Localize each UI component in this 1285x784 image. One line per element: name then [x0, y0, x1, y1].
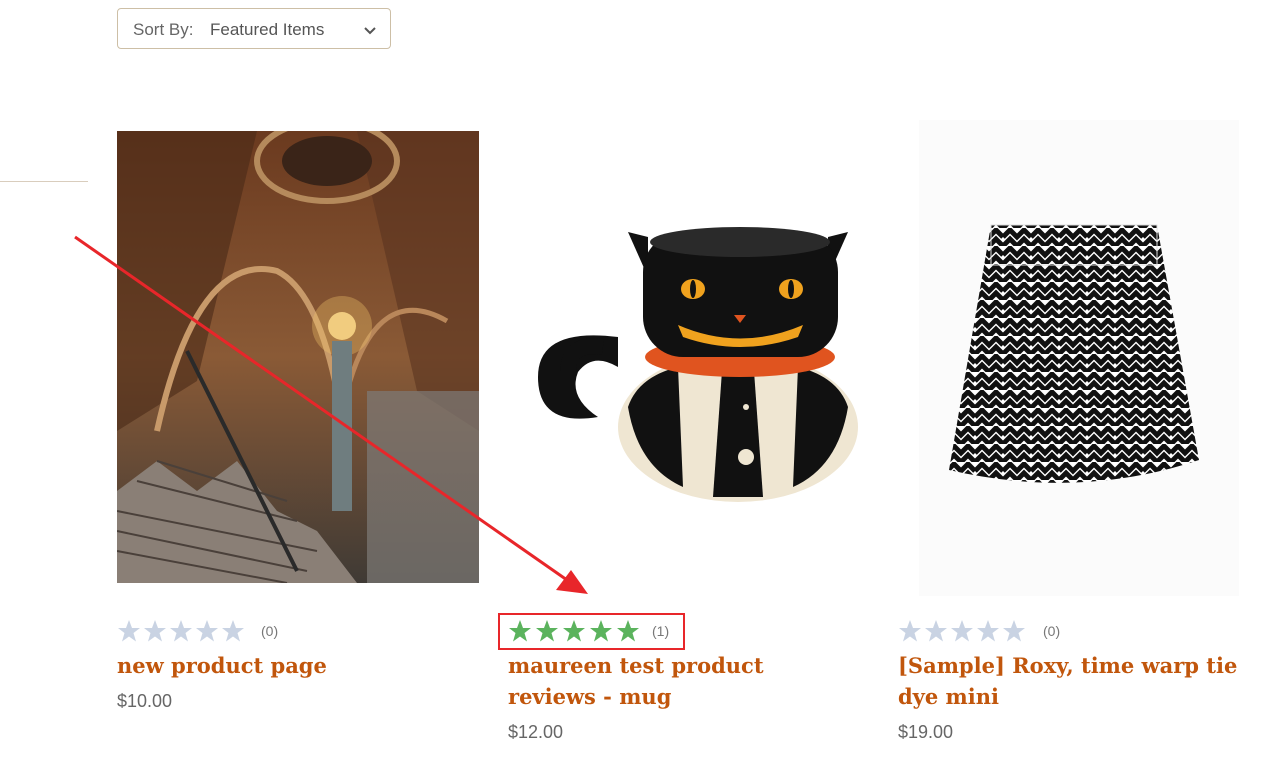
star-empty-icon — [925, 620, 947, 642]
star-empty-icon — [899, 620, 921, 642]
star-empty-icon — [196, 620, 218, 642]
rating-stars-3 — [898, 619, 1026, 643]
star-empty-icon — [170, 620, 192, 642]
star-empty-icon — [977, 620, 999, 642]
product-image-3[interactable] — [919, 120, 1239, 596]
rating-stars-1 — [117, 619, 245, 643]
star-empty-icon — [1003, 620, 1025, 642]
annotation-highlight-box — [498, 613, 685, 650]
star-empty-icon — [951, 620, 973, 642]
star-empty-icon — [222, 620, 244, 642]
product-price-3: $19.00 — [898, 722, 954, 742]
rating-count-3: (0) — [1043, 623, 1061, 639]
star-empty-icon — [118, 620, 140, 642]
sort-value: Featured Items — [210, 20, 325, 39]
sidebar-divider — [0, 181, 88, 182]
product-image-2[interactable] — [508, 177, 870, 537]
sort-label: Sort By: — [133, 20, 194, 39]
product-title-1[interactable]: new product page — [117, 650, 462, 681]
rating-count-1: (0) — [261, 623, 279, 639]
product-title-3[interactable]: [Sample] Roxy, time warp tie dye mini — [898, 650, 1248, 712]
product-title-2[interactable]: maureen test product reviews - mug — [508, 650, 853, 712]
product-price-2: $12.00 — [508, 722, 564, 742]
product-image-1[interactable] — [117, 131, 479, 583]
chevron-down-icon — [364, 27, 376, 35]
sort-dropdown[interactable]: Sort By: Featured Items — [117, 8, 391, 49]
star-empty-icon — [144, 620, 166, 642]
product-price-1: $10.00 — [117, 691, 173, 711]
